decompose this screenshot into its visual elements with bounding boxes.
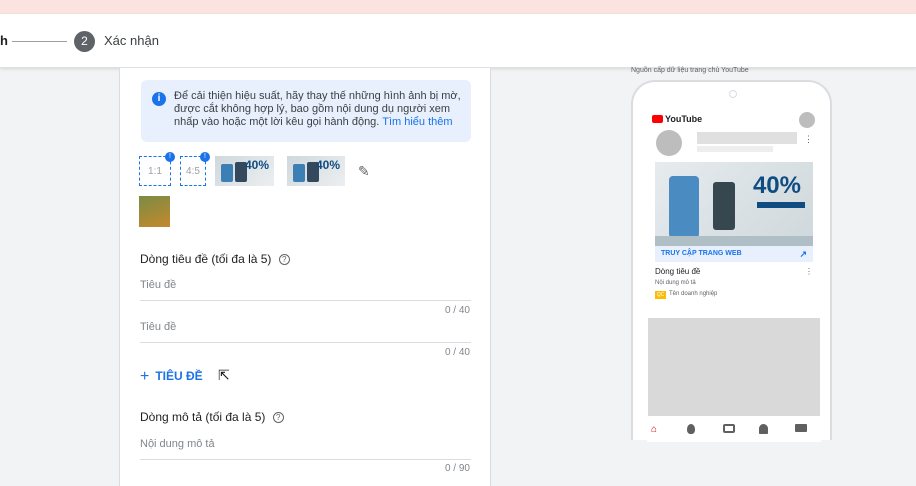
more-icon: ⋮ [805,267,813,276]
luggage-graphic [669,176,699,238]
image-quality-notice: i Để cải thiện hiệu suất, hãy thay thế n… [141,80,471,142]
headline-placeholder: Tiêu đề [140,279,177,291]
ad-form-panel: i Để cải thiện hiệu suất, hãy thay thế n… [119,68,491,486]
ad-headline: Dòng tiêu đề [655,267,701,276]
youtube-play-icon [652,115,663,123]
library-icon [795,424,807,432]
thumbnail-discount-text: 40% [315,158,340,172]
thumbnail-discount-text: 40% [244,158,269,172]
notice-text: Để cải thiện hiệu suất, hãy thay thế nhữ… [174,90,466,129]
headlines-section-title: Dòng tiêu đề (tối đa là 5) ? [140,252,290,266]
learn-more-link[interactable]: Tìm hiểu thêm [382,116,452,128]
previous-step-label[interactable]: h [0,33,8,48]
account-avatar [799,112,815,128]
character-counter: 0 / 90 [444,463,470,474]
phone-screen: YouTube ⋮ 40% TRUY CẬP TRANG WEB ↗ Dòng … [647,106,821,442]
ad-description: Nội dung mô tả [655,280,696,286]
ad-floor-graphic [655,236,813,246]
visit-website-cta: TRUY CẬP TRANG WEB ↗ [655,246,813,262]
headline-input-1[interactable]: Tiêu đề [140,279,471,301]
current-step-label: Xác nhận [104,33,159,48]
youtube-bottom-nav: ⌂ [647,424,821,442]
ratio-label: 1:1 [148,166,162,177]
home-icon: ⌂ [651,424,658,435]
logo-thumbnail[interactable] [139,196,170,227]
luggage-graphic [713,182,735,230]
descriptions-title-text: Dòng mô tả (tối đa là 5) [140,410,266,424]
more-icon: ⋮ [804,134,813,144]
info-icon: i [152,92,166,106]
external-link-icon: ↗ [799,249,807,259]
description-placeholder: Nội dung mô tả [140,438,215,450]
description-input-1[interactable]: Nội dung mô tả [140,438,471,460]
help-icon[interactable]: ? [278,254,290,266]
channel-avatar [656,130,682,156]
top-banner-strip [0,0,916,14]
headlines-title-text: Dòng tiêu đề (tối đa là 5) [140,252,272,266]
mouse-cursor-icon: ⇱ [218,367,230,383]
luggage-graphic [221,164,233,182]
channel-name-placeholder [697,132,797,144]
ad-image-preview: 40% [655,162,813,246]
phone-preview: YouTube ⋮ 40% TRUY CẬP TRANG WEB ↗ Dòng … [631,80,832,442]
descriptions-section-title: Dòng mô tả (tối đa là 5) ? [140,410,284,424]
ratio-label: 4:5 [186,166,200,177]
trending-icon [687,424,695,434]
youtube-logo: YouTube [652,114,702,124]
image-slot-portrait[interactable]: 4:5 ! [180,152,210,186]
stepper-connector [12,41,67,42]
image-thumbnail[interactable]: 40% [215,156,274,186]
add-headline-label: TIÊU ĐỀ [155,369,203,383]
ad-discount-text: 40% [752,172,801,199]
character-counter: 0 / 40 [444,347,470,358]
youtube-wordmark: YouTube [665,114,703,124]
headline-input-2[interactable]: Tiêu đề [140,321,471,343]
channel-meta-placeholder [697,146,773,152]
subscriptions-icon [723,424,735,433]
stepper: h 2 Xác nhận [0,14,916,68]
warning-badge-icon: ! [200,152,210,162]
luggage-graphic [293,164,305,182]
step-number-badge: 2 [74,31,95,52]
edit-images-icon[interactable]: ✎ [358,163,370,180]
headline-placeholder: Tiêu đề [140,321,177,333]
add-headline-button[interactable]: + TIÊU ĐỀ [140,368,203,386]
feed-placeholder [648,318,820,416]
warning-badge-icon: ! [165,152,175,162]
ad-badge: QC [655,291,666,299]
business-name: Tên doanh nghiệp [669,291,718,297]
image-thumbnail[interactable]: 40% [287,156,345,186]
image-slot-square[interactable]: 1:1 ! [139,152,175,186]
preview-caption: Nguồn cấp dữ liệu trang chủ YouTube [631,67,749,74]
cta-label: TRUY CẬP TRANG WEB [661,250,742,257]
phone-camera [729,90,737,98]
character-counter: 0 / 40 [444,305,470,316]
notifications-icon [759,424,768,434]
help-icon[interactable]: ? [272,412,284,424]
plus-icon: + [140,368,150,385]
ad-promo-tag [757,202,805,208]
